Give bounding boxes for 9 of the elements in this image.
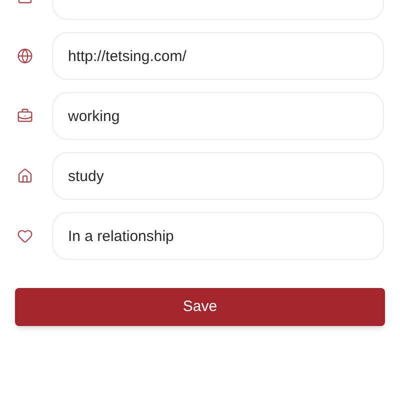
home-icon [17, 168, 33, 184]
heart-icon [17, 228, 33, 244]
input-field[interactable]: study [52, 152, 384, 200]
briefcase-icon [17, 108, 33, 124]
globe-icon [17, 48, 33, 64]
input-field[interactable]: http://tetsing.com/ [52, 32, 384, 80]
input-field[interactable]: working [52, 92, 384, 140]
save-button[interactable]: Save [15, 288, 385, 326]
input-field[interactable]: In a relationship [52, 212, 384, 260]
